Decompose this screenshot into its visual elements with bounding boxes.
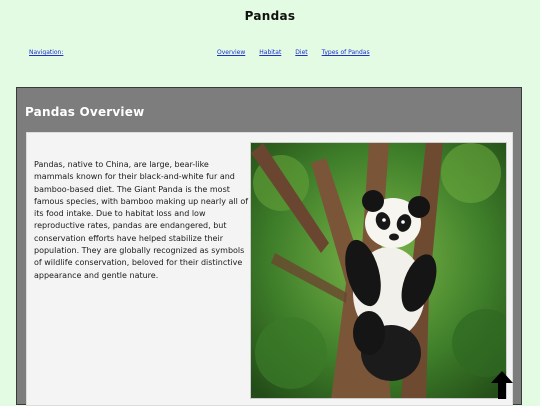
panda-photo [250, 142, 507, 399]
overview-paragraph: Pandas, native to China, are large, bear… [34, 160, 249, 280]
main-nav: Overview Habitat Diet Types of Pandas [217, 49, 370, 56]
nav-link-diet[interactable]: Diet [295, 49, 307, 56]
arrow-up-icon [491, 371, 513, 399]
scroll-to-top-button[interactable] [490, 370, 514, 400]
nav-link-habitat[interactable]: Habitat [259, 49, 281, 56]
content-panel: Pandas, native to China, are large, bear… [26, 132, 513, 406]
page-title: Pandas [244, 9, 296, 23]
nav-link-types-of-pandas[interactable]: Types of Pandas [322, 49, 370, 56]
panda-photo-illustration [251, 143, 506, 398]
section-heading: Pandas Overview [25, 105, 145, 119]
nav-link-overview[interactable]: Overview [217, 49, 245, 56]
nav-label: Navigation: [29, 49, 64, 56]
overview-section: Pandas Overview Pandas, native to China,… [16, 87, 522, 406]
